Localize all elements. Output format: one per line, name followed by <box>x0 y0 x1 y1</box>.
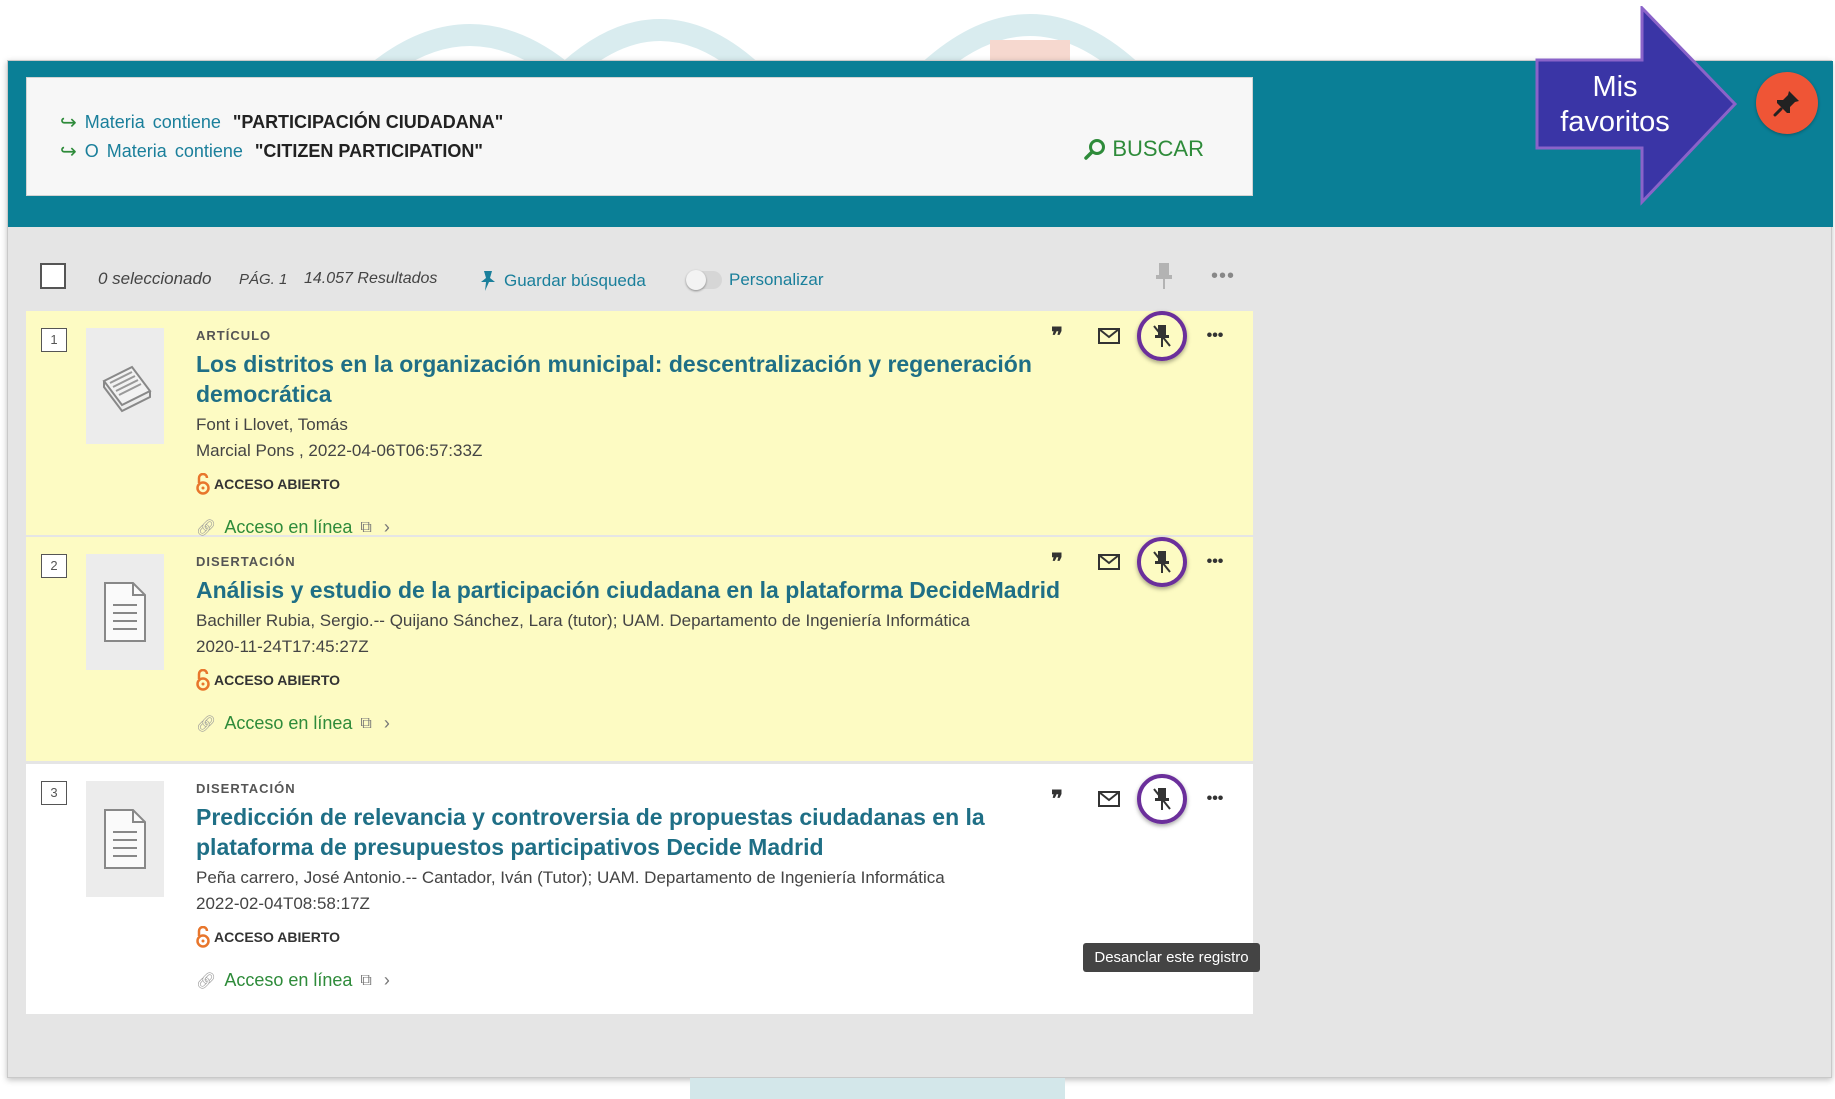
record-body: DISERTACIÓN Predicción de relevancia y c… <box>196 781 1046 991</box>
online-access-link[interactable]: 🔗︎ Acceso en línea ⧉ › <box>196 970 1046 991</box>
query-operator: contiene <box>174 141 243 161</box>
toggle-knob <box>686 270 706 290</box>
external-link-icon: ⧉ <box>360 971 372 989</box>
record-actions-3: ❞ ••• <box>1031 774 1241 824</box>
page-indicator: PÁG. 1 <box>239 271 288 288</box>
personalize-label[interactable]: Personalizar <box>729 270 824 290</box>
envelope-icon[interactable] <box>1083 777 1135 821</box>
more-options-icon[interactable]: ••• <box>1211 265 1235 288</box>
callout-line-1: Mis <box>1592 71 1638 103</box>
background-bottom-band <box>690 1078 1065 1099</box>
online-access-label: Acceso en línea <box>224 970 353 990</box>
search-button[interactable]: BUSCAR <box>1084 136 1204 162</box>
record-type: DISERTACIÓN <box>196 781 296 796</box>
record-actions-1: ❞ ••• <box>1031 311 1241 361</box>
record-title-link[interactable]: Los distritos en la organización municip… <box>196 349 1056 409</box>
external-link-icon: ⧉ <box>360 714 372 732</box>
open-lock-icon <box>196 669 210 691</box>
record-publisher: Marcial Pons , 2022-04-06T06:57:33Z <box>196 441 483 460</box>
envelope-icon[interactable] <box>1083 540 1135 584</box>
envelope-icon[interactable] <box>1083 314 1135 358</box>
record-title-link[interactable]: Análisis y estudio de la participación c… <box>196 575 1096 605</box>
more-icon[interactable]: ••• <box>1189 540 1241 584</box>
open-access-label: ACCESO ABIERTO <box>214 929 341 945</box>
select-all-checkbox[interactable] <box>40 263 66 289</box>
document-thumbnail-icon <box>86 554 164 670</box>
online-access-label: Acceso en línea <box>224 517 353 537</box>
results-toolbar: 0 seleccionado PÁG. 1 14.057 Resultados … <box>26 239 1253 309</box>
query-boolean: O <box>84 141 99 161</box>
save-search-button[interactable]: Guardar búsqueda <box>478 269 646 293</box>
unpin-icon[interactable] <box>1137 311 1187 361</box>
link-icon: 🔗︎ <box>196 715 217 733</box>
save-search-label: Guardar búsqueda <box>504 271 646 290</box>
open-access-badge: ACCESO ABIERTO <box>196 926 1046 948</box>
record-author: Font i Llovet, Tomás <box>196 415 348 434</box>
chevron-right-icon: › <box>383 517 390 537</box>
favorites-button[interactable] <box>1756 72 1818 134</box>
record-author: Peña carrero, José Antonio.-- Cantador, … <box>196 868 945 887</box>
unpin-icon[interactable] <box>1137 774 1187 824</box>
link-icon: 🔗︎ <box>196 972 217 990</box>
pin-icon <box>481 271 495 291</box>
record-number[interactable]: 2 <box>41 554 67 578</box>
pin-icon <box>1773 91 1799 117</box>
record-title-link[interactable]: Predicción de relevancia y controversia … <box>196 802 1046 862</box>
unpin-tooltip: Desanclar este registro <box>1083 943 1260 972</box>
record-type: DISERTACIÓN <box>196 554 296 569</box>
query-field: Materia <box>84 112 145 132</box>
search-icon <box>1084 139 1106 160</box>
quote-icon[interactable]: ❞ <box>1031 777 1083 821</box>
unpin-icon[interactable] <box>1137 537 1187 587</box>
callout-line-2: favoritos <box>1560 106 1670 138</box>
query-summary-box: ↪ Materia contiene "PARTICIPACIÓN CIUDAD… <box>26 77 1253 196</box>
search-results-window: ↪ Materia contiene "PARTICIPACIÓN CIUDAD… <box>7 60 1833 1078</box>
online-access-link[interactable]: 🔗︎ Acceso en línea ⧉ › <box>196 713 1096 734</box>
online-access-link[interactable]: 🔗︎ Acceso en línea ⧉ › <box>196 517 1056 538</box>
link-icon: 🔗︎ <box>196 519 217 537</box>
open-access-label: ACCESO ABIERTO <box>214 476 341 492</box>
article-thumbnail-icon <box>86 328 164 444</box>
online-access-label: Acceso en línea <box>224 713 353 733</box>
query-value: "PARTICIPACIÓN CIUDADANA" <box>232 112 504 132</box>
record-date: 2022-02-04T08:58:17Z <box>196 894 370 913</box>
record-type: ARTÍCULO <box>196 328 272 343</box>
query-value: "CITIZEN PARTICIPATION" <box>254 141 483 161</box>
record-body: DISERTACIÓN Análisis y estudio de la par… <box>196 554 1096 734</box>
more-icon[interactable]: ••• <box>1189 777 1241 821</box>
indent-arrow-icon: ↪ <box>60 112 77 134</box>
document-thumbnail-icon <box>86 781 164 897</box>
query-line-2: ↪ O Materia contiene "CITIZEN PARTICIPAT… <box>60 139 483 164</box>
external-link-icon: ⧉ <box>360 518 372 536</box>
quote-icon[interactable]: ❞ <box>1031 540 1083 584</box>
record-author: Bachiller Rubia, Sergio.-- Quijano Sánch… <box>196 611 970 630</box>
selected-count: 0 seleccionado <box>98 269 212 288</box>
record-body: ARTÍCULO Los distritos en la organizació… <box>196 328 1056 538</box>
chevron-right-icon: › <box>383 713 390 733</box>
results-count: 14.057 Resultados <box>304 270 438 287</box>
pin-all-icon[interactable] <box>1154 261 1174 296</box>
search-button-label: BUSCAR <box>1112 136 1204 161</box>
quote-icon[interactable]: ❞ <box>1031 314 1083 358</box>
chevron-right-icon: › <box>383 970 390 990</box>
callout-label: Mis favoritos <box>1538 70 1692 140</box>
query-field: Materia <box>106 141 167 161</box>
open-access-label: ACCESO ABIERTO <box>214 672 341 688</box>
open-lock-icon <box>196 473 210 495</box>
record-number[interactable]: 1 <box>41 328 67 352</box>
indent-arrow-icon: ↪ <box>60 141 77 163</box>
record-actions-2: ❞ ••• <box>1031 537 1241 587</box>
personalize-toggle[interactable] <box>686 270 722 290</box>
open-lock-icon <box>196 926 210 948</box>
record-number[interactable]: 3 <box>41 781 67 805</box>
query-line-1: ↪ Materia contiene "PARTICIPACIÓN CIUDAD… <box>60 110 503 135</box>
query-operator: contiene <box>152 112 221 132</box>
record-date: 2020-11-24T17:45:27Z <box>196 637 369 656</box>
more-icon[interactable]: ••• <box>1189 314 1241 358</box>
open-access-badge: ACCESO ABIERTO <box>196 669 1096 691</box>
open-access-badge: ACCESO ABIERTO <box>196 473 1056 495</box>
